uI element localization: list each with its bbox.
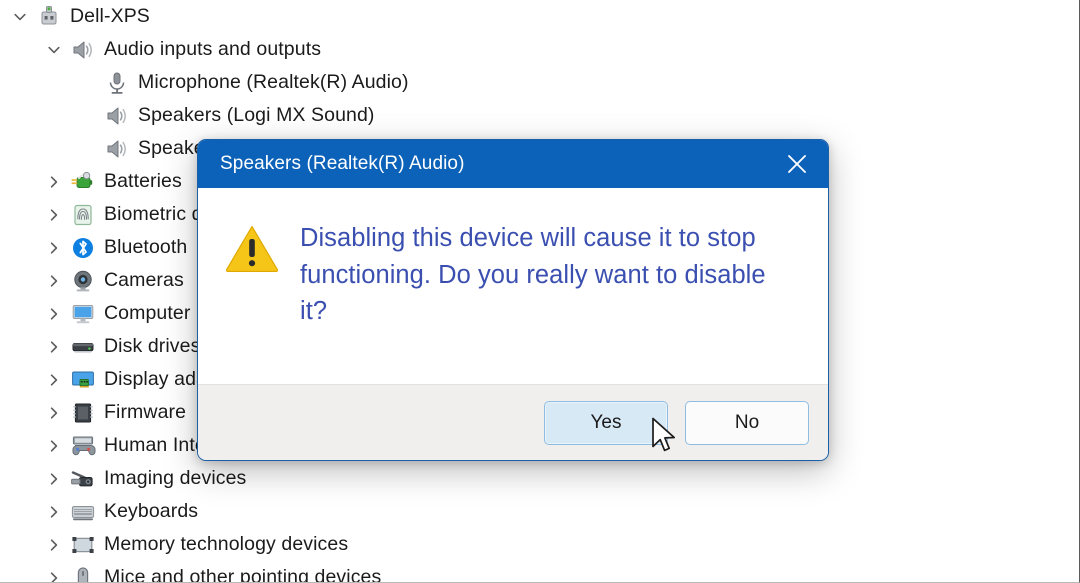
- dialog-body: Disabling this device will cause it to s…: [198, 188, 828, 384]
- monitor-icon: [68, 301, 98, 327]
- chevron-right-icon[interactable]: [40, 472, 68, 486]
- chevron-right-icon[interactable]: [40, 175, 68, 189]
- chevron-right-icon[interactable]: [40, 340, 68, 354]
- tree-item-label: Firmware: [104, 400, 187, 423]
- chevron-down-icon[interactable]: [40, 43, 68, 57]
- hid-gamepad-icon: [68, 433, 98, 459]
- tree-item-label: Disk drives: [104, 334, 201, 357]
- imaging-scanner-icon: [68, 466, 98, 492]
- warning-triangle-icon: [224, 224, 280, 272]
- chevron-right-icon[interactable]: [40, 439, 68, 453]
- tree-item-label: Imaging devices: [104, 466, 247, 489]
- tree-item[interactable]: Audio inputs and outputs: [0, 33, 1079, 66]
- tree-item-label: Speakers (Logi MX Sound): [138, 103, 375, 126]
- microphone-icon: [102, 70, 132, 96]
- dialog-footer: Yes No: [198, 384, 828, 460]
- tree-item-label: Keyboards: [104, 499, 199, 522]
- device-manager-window: Dell-XPS Audio inputs and outputs Micropho…: [0, 0, 1080, 583]
- chevron-right-icon[interactable]: [40, 274, 68, 288]
- tree-item[interactable]: Imaging devices: [0, 462, 1079, 495]
- tree-item-label: Cameras: [104, 268, 184, 291]
- battery-icon: [68, 169, 98, 195]
- chevron-right-icon[interactable]: [40, 208, 68, 222]
- chevron-down-icon[interactable]: [6, 10, 34, 24]
- speaker-icon: [102, 103, 132, 129]
- tree-item[interactable]: Dell-XPS: [0, 0, 1079, 33]
- mouse-icon: [68, 565, 98, 582]
- chevron-right-icon[interactable]: [40, 241, 68, 255]
- bluetooth-icon: [68, 235, 98, 261]
- chevron-right-icon[interactable]: [40, 571, 68, 582]
- speaker-icon: [68, 37, 98, 63]
- chevron-right-icon[interactable]: [40, 307, 68, 321]
- close-icon[interactable]: [766, 140, 828, 188]
- chevron-right-icon[interactable]: [40, 538, 68, 552]
- camera-icon: [68, 268, 98, 294]
- chevron-right-icon[interactable]: [40, 373, 68, 387]
- firmware-chip-icon: [68, 400, 98, 426]
- yes-button[interactable]: Yes: [544, 400, 668, 445]
- dialog-titlebar: Speakers (Realtek(R) Audio): [198, 140, 828, 188]
- tree-item-label: Microphone (Realtek(R) Audio): [138, 70, 409, 93]
- computer-node-icon: [34, 4, 64, 30]
- tree-item[interactable]: Mice and other pointing devices: [0, 561, 1079, 583]
- tree-item[interactable]: Keyboards: [0, 495, 1079, 528]
- dialog-title: Speakers (Realtek(R) Audio): [220, 153, 465, 174]
- memory-card-icon: [68, 532, 98, 558]
- tree-item-label: Memory technology devices: [104, 532, 349, 555]
- display-adapter-icon: [68, 367, 98, 393]
- chevron-right-icon[interactable]: [40, 505, 68, 519]
- tree-item-label: Mice and other pointing devices: [104, 565, 382, 583]
- tree-item-label: Dell-XPS: [70, 4, 150, 27]
- tree-item-label: Bluetooth: [104, 235, 188, 258]
- dialog-message: Disabling this device will cause it to s…: [300, 224, 766, 326]
- chevron-right-icon[interactable]: [40, 406, 68, 420]
- tree-item[interactable]: Speakers (Logi MX Sound): [0, 99, 1079, 132]
- no-button[interactable]: No: [685, 400, 809, 445]
- tree-item[interactable]: Memory technology devices: [0, 528, 1079, 561]
- fingerprint-icon: [68, 202, 98, 228]
- keyboard-icon: [68, 499, 98, 525]
- tree-item-label: Batteries: [104, 169, 182, 192]
- disable-device-dialog: Speakers (Realtek(R) Audio) Disabling th…: [197, 139, 829, 461]
- tree-item-label: Audio inputs and outputs: [104, 37, 322, 60]
- tree-item[interactable]: Microphone (Realtek(R) Audio): [0, 66, 1079, 99]
- speaker-icon: [102, 136, 132, 162]
- disk-drive-icon: [68, 334, 98, 360]
- tree-item-label: Computer: [104, 301, 191, 324]
